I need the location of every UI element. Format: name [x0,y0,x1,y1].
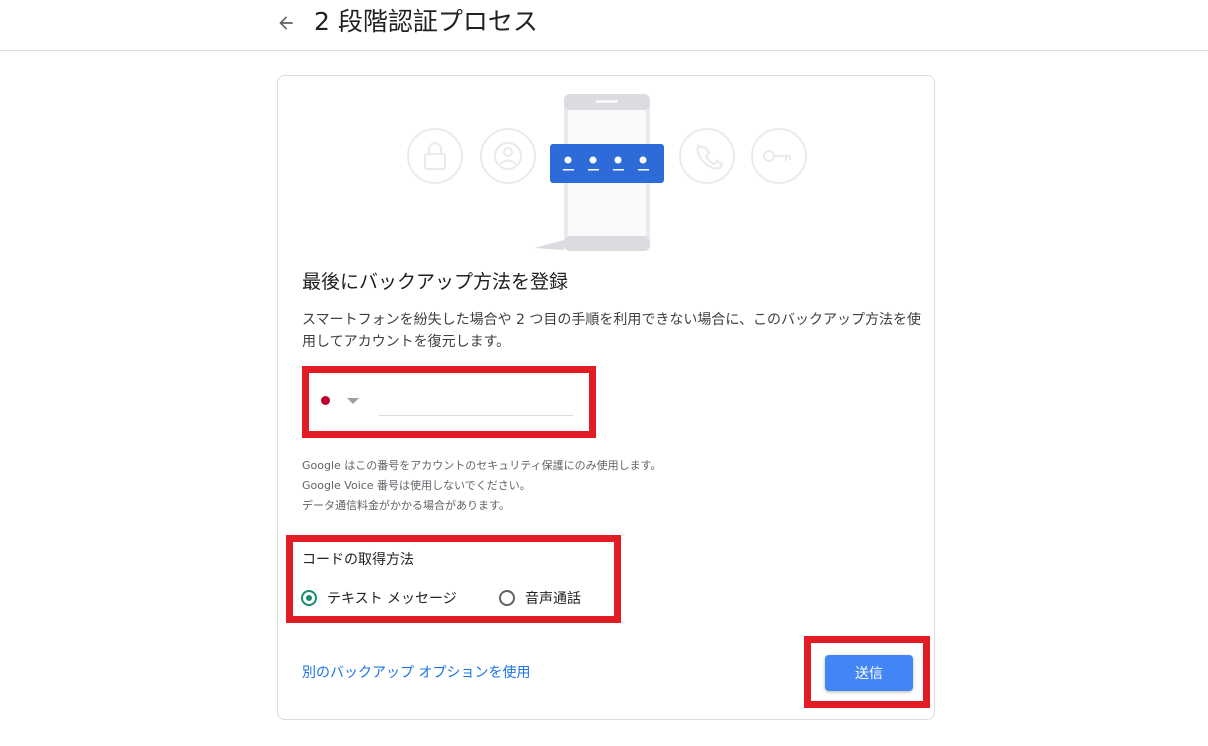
radio-label: テキスト メッセージ [327,591,457,607]
send-button[interactable]: 送信 [825,655,913,691]
alternate-backup-link[interactable]: 別のバックアップ オプションを使用 [302,662,530,682]
section-description: スマートフォンを紛失した場合や 2 つ目の手順を利用できない場合に、このバックア… [302,312,921,350]
section-heading: 最後にバックアップ方法を登録 [302,271,569,293]
code-method-section: コードの取得方法 テキスト メッセージ 音声通話 [286,535,621,623]
code-entry-graphic [550,144,664,183]
phone-number-field [302,366,596,438]
arrow-back-icon [279,16,293,30]
code-method-label: コードの取得方法 [302,552,414,568]
page-title: 2 段階認証プロセス [314,7,538,36]
radio-text-message[interactable]: テキスト メッセージ [301,588,457,608]
key-icon [751,128,807,184]
country-flag-icon[interactable] [321,396,330,405]
note-line: Google はこの番号をアカウントのセキュリティ保護にのみ使用します。 [302,459,662,472]
radio-unselected-icon[interactable] [499,590,515,606]
phone-notes: Google はこの番号をアカウントのセキュリティ保護にのみ使用します。 Goo… [302,456,662,516]
note-line: Google Voice 番号は使用しないでください。 [302,479,531,492]
person-icon [480,128,536,184]
back-button[interactable] [272,9,300,37]
phone-number-input[interactable] [379,387,573,416]
lock-icon [407,128,463,184]
two-step-illustration [407,94,807,251]
chevron-down-icon[interactable] [347,398,359,404]
top-bar: 2 段階認証プロセス [0,0,1208,51]
send-button-highlight: 送信 [804,636,930,708]
backup-card: 最後にバックアップ方法を登録 スマートフォンを紛失した場合や 2 つ目の手順を利… [277,75,935,720]
radio-selected-icon[interactable] [301,590,317,606]
note-line: データ通信料金がかかる場合があります。 [302,499,510,512]
radio-label: 音声通話 [525,591,581,607]
radio-voice-call[interactable]: 音声通話 [499,588,581,608]
phone-call-icon [679,128,735,184]
